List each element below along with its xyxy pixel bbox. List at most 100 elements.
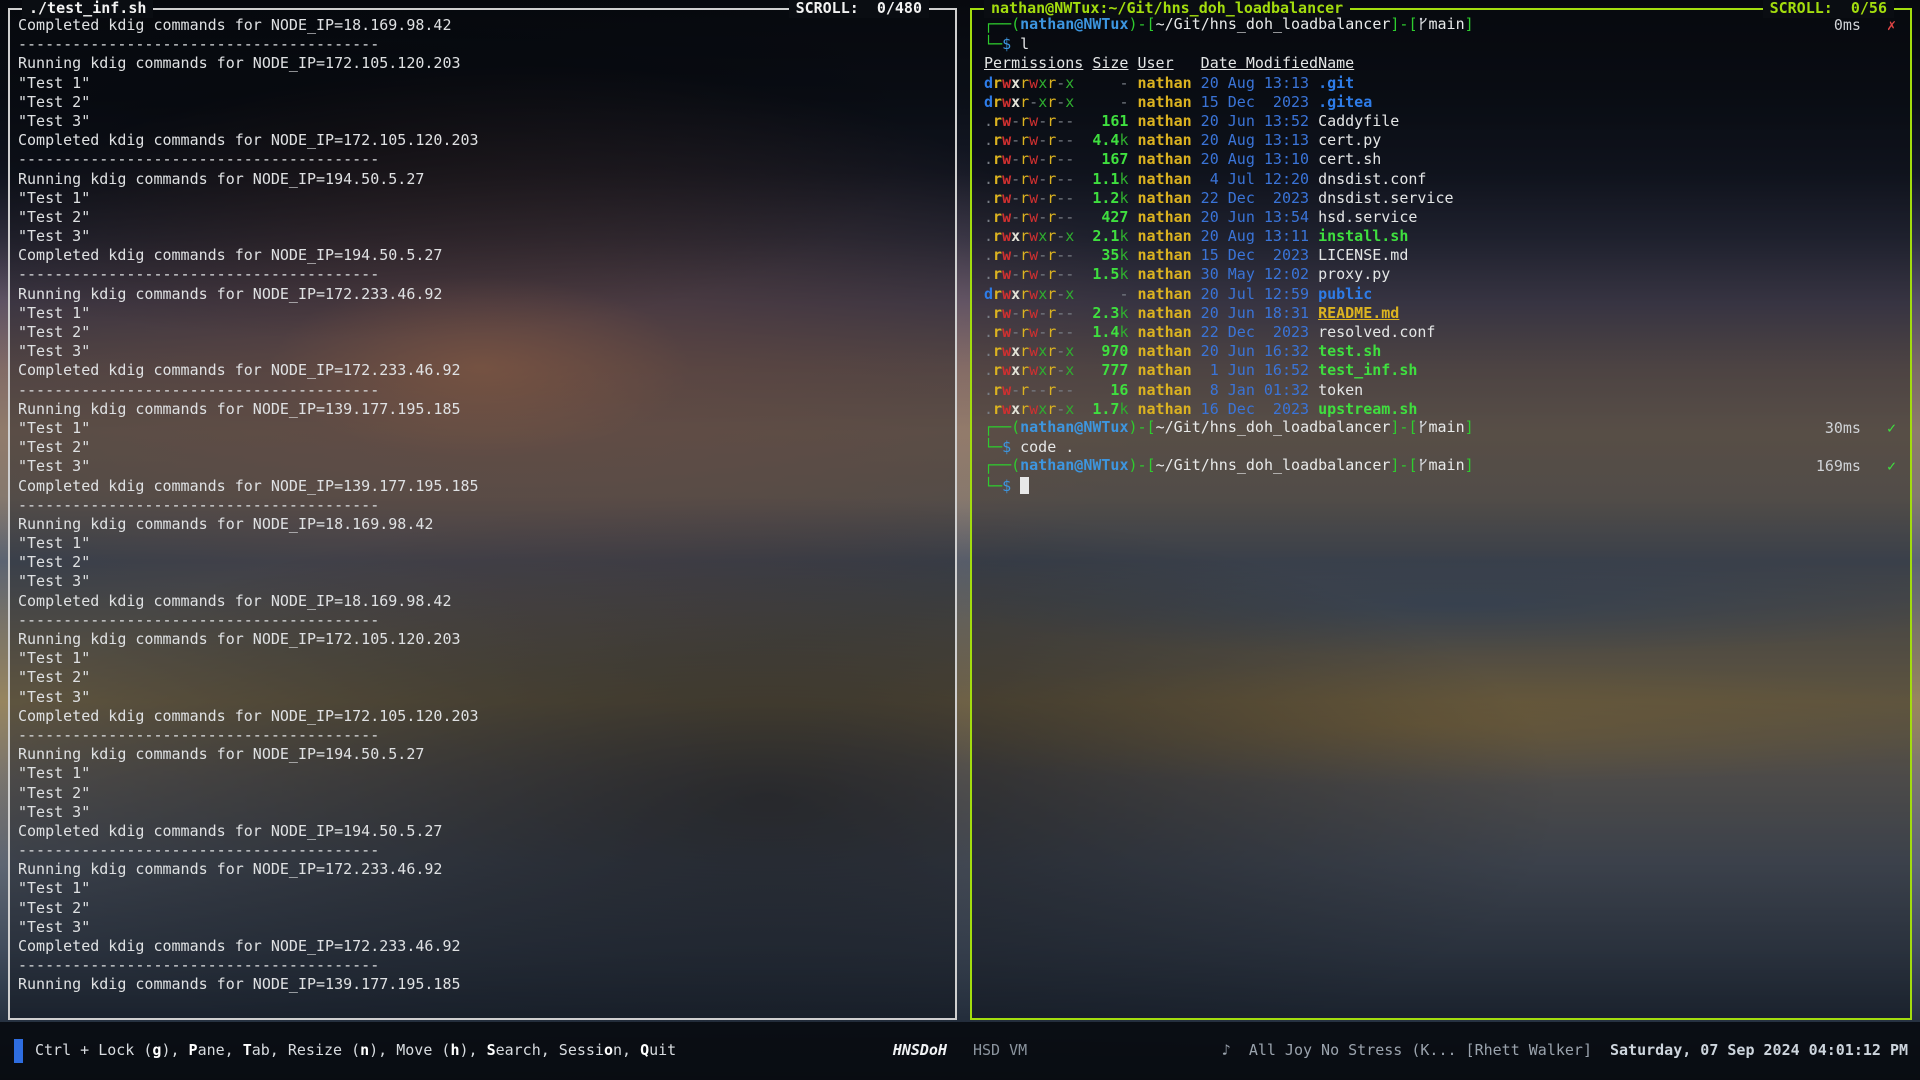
- col-user: User: [1137, 54, 1173, 72]
- file-name: dnsdist.conf: [1318, 170, 1426, 188]
- terminal-output-line: "Test 1": [18, 74, 943, 93]
- file-date: 20 Jun 16:32: [1201, 342, 1309, 360]
- file-date: 15 Dec 2023: [1201, 93, 1309, 111]
- command-success-icon: ✓: [1887, 419, 1896, 438]
- typed-command: [1011, 477, 1020, 495]
- terminal-output-line: Running kdig commands for NODE_IP=139.17…: [18, 975, 943, 994]
- file-name: dnsdist.service: [1318, 189, 1453, 207]
- file-owner: nathan: [1137, 304, 1191, 322]
- shell-prompt-line: ┌──(nathan@NWTux)-[~/Git/hns_doh_loadbal…: [984, 457, 1898, 476]
- file-owner: nathan: [1137, 323, 1191, 341]
- shell-prompt-line: ┌──(nathan@NWTux)-[~/Git/hns_doh_loadbal…: [984, 419, 1898, 438]
- file-size: 1.1k: [1083, 170, 1128, 189]
- terminal-output-line: Completed kdig commands for NODE_IP=172.…: [18, 131, 943, 150]
- terminal-output-line: Running kdig commands for NODE_IP=194.50…: [18, 745, 943, 764]
- file-size: 1.5k: [1083, 265, 1128, 284]
- file-date: 8 Jan 01:32: [1201, 381, 1309, 399]
- file-row: .rw-rw-r--1.4knathan22 Dec 2023resolved.…: [984, 323, 1898, 342]
- file-row: .rwxrwxr-x2.1knathan20 Aug 13:11install.…: [984, 227, 1898, 246]
- terminal-output-line: "Test 1": [18, 189, 943, 208]
- shell-command-line: └─$ code .: [984, 438, 1898, 457]
- terminal-output-line: "Test 2": [18, 438, 943, 457]
- file-size: -: [1083, 74, 1128, 93]
- file-size: -: [1083, 93, 1128, 112]
- file-name: install.sh: [1318, 227, 1408, 245]
- terminal-output-line: Running kdig commands for NODE_IP=18.169…: [18, 515, 943, 534]
- file-owner: nathan: [1137, 246, 1191, 264]
- file-date: 22 Dec 2023: [1201, 189, 1309, 207]
- file-owner: nathan: [1137, 208, 1191, 226]
- prompt-path: ~/Git/hns_doh_loadbalancer: [1156, 456, 1391, 474]
- terminal-output-line: Completed kdig commands for NODE_IP=172.…: [18, 361, 943, 380]
- right-terminal-pane[interactable]: nathan@NWTux:~/Git/hns_doh_loadbalancer …: [970, 8, 1912, 1020]
- prompt-user-host: nathan@NWTux: [1020, 456, 1128, 474]
- keybinding-hints: Ctrl + Lock (g), Pane, Tab, Resize (n), …: [14, 1039, 676, 1063]
- file-permissions: .rw-rw-r--: [984, 131, 1083, 150]
- clock: Saturday, 07 Sep 2024 04:01:12 PM: [1610, 1041, 1908, 1060]
- file-owner: nathan: [1137, 150, 1191, 168]
- file-size: -: [1083, 285, 1128, 304]
- file-date: 20 Aug 13:13: [1201, 131, 1309, 149]
- file-permissions: .rwxrwxr-x: [984, 227, 1083, 246]
- terminal-output-line: Running kdig commands for NODE_IP=139.17…: [18, 400, 943, 419]
- file-name: hsd.service: [1318, 208, 1417, 226]
- status-bar: Ctrl + Lock (g), Pane, Tab, Resize (n), …: [0, 1022, 1920, 1080]
- file-row: .rw-rw-r--1.5knathan30 May 12:02proxy.py: [984, 265, 1898, 284]
- file-permissions: .rw-r--r--: [984, 381, 1083, 400]
- file-name: cert.py: [1318, 131, 1381, 149]
- shell-prompt-line: ┌──(nathan@NWTux)-[~/Git/hns_doh_loadbal…: [984, 16, 1898, 35]
- git-branch-icon: [1418, 457, 1428, 477]
- terminal-output-line: ----------------------------------------: [18, 35, 943, 54]
- file-permissions: drwxr-xr-x: [984, 93, 1083, 112]
- terminal-output-line: Completed kdig commands for NODE_IP=172.…: [18, 937, 943, 956]
- file-permissions: .rwxrwxr-x: [984, 400, 1083, 419]
- file-owner: nathan: [1137, 265, 1191, 283]
- terminal-output-line: "Test 2": [18, 93, 943, 112]
- file-size: 4.4k: [1083, 131, 1128, 150]
- col-permissions: Permissions: [984, 54, 1083, 72]
- terminal-output-line: "Test 1": [18, 764, 943, 783]
- file-size: 161: [1083, 112, 1128, 131]
- terminal-output-line: Completed kdig commands for NODE_IP=139.…: [18, 477, 943, 496]
- host-label: HSD VM: [973, 1041, 1027, 1060]
- command-failed-icon: ✗: [1887, 16, 1896, 35]
- terminal-output-line: Running kdig commands for NODE_IP=172.10…: [18, 630, 943, 649]
- file-name: token: [1318, 381, 1363, 399]
- file-name: cert.sh: [1318, 150, 1381, 168]
- right-pane-scrollback[interactable]: ┌──(nathan@NWTux)-[~/Git/hns_doh_loadbal…: [972, 10, 1910, 1018]
- command-duration: 30ms: [1825, 419, 1861, 438]
- terminal-output-line: "Test 2": [18, 899, 943, 918]
- col-date-modified: Date Modified: [1201, 54, 1318, 72]
- file-owner: nathan: [1137, 342, 1191, 360]
- terminal-output-line: "Test 3": [18, 803, 943, 822]
- terminal-output-line: "Test 3": [18, 457, 943, 476]
- terminal-output-line: Completed kdig commands for NODE_IP=194.…: [18, 822, 943, 841]
- shell-command-line: └─$ l: [984, 35, 1898, 54]
- terminal-cursor: [1020, 477, 1029, 494]
- file-date: 4 Jul 12:20: [1201, 170, 1309, 188]
- terminal-output-line: Completed kdig commands for NODE_IP=18.1…: [18, 16, 943, 35]
- file-date: 15 Dec 2023: [1201, 246, 1309, 264]
- now-playing-text: All Joy No Stress (K... [Rhett Walker]: [1249, 1041, 1592, 1059]
- prompt-git-branch: main: [1429, 456, 1465, 474]
- file-permissions: .rw-rw-r--: [984, 265, 1083, 284]
- terminal-output-line: Running kdig commands for NODE_IP=172.10…: [18, 54, 943, 73]
- file-owner: nathan: [1137, 170, 1191, 188]
- command-success-icon: ✓: [1887, 457, 1896, 476]
- terminal-output-line: "Test 3": [18, 227, 943, 246]
- left-pane-scrollback[interactable]: Completed kdig commands for NODE_IP=18.1…: [10, 10, 955, 1018]
- col-name: Name: [1318, 54, 1354, 72]
- file-row: drwxrwxr-x-nathan20 Jul 12:59public: [984, 285, 1898, 304]
- prompt-path: ~/Git/hns_doh_loadbalancer: [1156, 15, 1391, 33]
- left-terminal-pane[interactable]: ./test_inf.sh SCROLL: 0/480 Completed kd…: [8, 8, 957, 1020]
- terminal-output-line: "Test 2": [18, 784, 943, 803]
- file-permissions: .rw-rw-r--: [984, 170, 1083, 189]
- terminal-output-line: "Test 3": [18, 342, 943, 361]
- file-permissions: .rw-rw-r--: [984, 208, 1083, 227]
- file-permissions: .rwxrwxr-x: [984, 361, 1083, 380]
- terminal-output-line: ----------------------------------------: [18, 841, 943, 860]
- terminal-output-line: ----------------------------------------: [18, 150, 943, 169]
- terminal-output-line: "Test 1": [18, 419, 943, 438]
- zellij-session: ./test_inf.sh SCROLL: 0/480 Completed kd…: [0, 0, 1920, 1080]
- music-note-icon: ♪: [1222, 1041, 1231, 1059]
